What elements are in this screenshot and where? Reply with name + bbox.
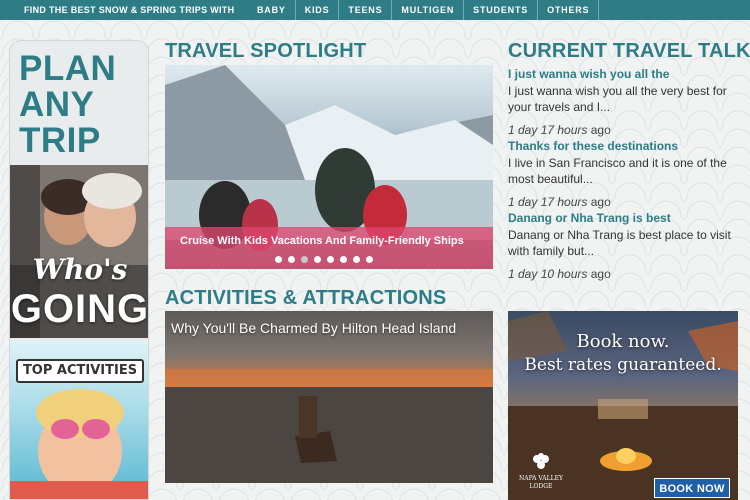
slide-dot-3[interactable]: [301, 256, 308, 263]
talk-post-title[interactable]: I just wanna wish you all the: [508, 66, 738, 82]
topbar-links: BABY KIDS TEENS MULTIGEN STUDENTS OTHERS: [248, 0, 600, 20]
nav-link-kids[interactable]: KIDS: [294, 0, 339, 20]
talk-time-value: 1 day 17 hours: [508, 123, 588, 137]
top-activities-tile[interactable]: TOP ACTIVITIES: [10, 341, 148, 499]
plan-line-2: ANY: [19, 85, 95, 124]
plan-line-1: PLAN: [19, 49, 117, 88]
list-item: Danang or Nha Trang is best Danang or Nh…: [508, 210, 738, 282]
talk-post-excerpt: I live in San Francisco and it is one of…: [508, 156, 727, 186]
talk-post-time: 1 day 10 hours ago: [508, 267, 738, 281]
talk-post-title[interactable]: Danang or Nha Trang is best: [508, 210, 738, 226]
talk-post-time: 1 day 17 hours ago: [508, 195, 738, 209]
slide-dot-6[interactable]: [340, 256, 347, 263]
slide-dot-2[interactable]: [288, 256, 295, 263]
talk-time-suffix: ago: [590, 267, 611, 281]
talk-time-suffix: ago: [590, 123, 611, 137]
activities-caption: Why You'll Be Charmed By Hilton Head Isl…: [171, 320, 457, 336]
talk-time-value: 1 day 17 hours: [508, 195, 588, 209]
slide-dot-4[interactable]: [314, 256, 321, 263]
napa-valley-lodge-logo: NAPA VALLEY LODGE: [514, 451, 568, 491]
plan-any-trip-panel: PLAN ANY TRIP Who's GOING TOP ACTIVITIES: [9, 40, 149, 500]
nav-link-baby[interactable]: BABY: [248, 0, 295, 20]
plan-any-trip-heading: PLAN ANY TRIP: [10, 41, 148, 165]
plan-line-3: TRIP: [19, 121, 101, 160]
going-label: GOING: [10, 287, 149, 331]
ad-headline-2: Best rates guaranteed.: [524, 355, 722, 375]
whos-going-tile[interactable]: Who's GOING: [10, 165, 149, 338]
travel-spotlight-slide[interactable]: Cruise With Kids Vacations And Family-Fr…: [165, 65, 493, 269]
slide-dots: [275, 256, 373, 263]
talk-post-excerpt: I just wanna wish you all the very best …: [508, 84, 727, 114]
topbar-title: FIND THE BEST SNOW & SPRING TRIPS WITH: [24, 5, 235, 15]
nav-link-multigen[interactable]: MULTIGEN: [391, 0, 463, 20]
slide-dot-8[interactable]: [366, 256, 373, 263]
napa-valley-lodge-ad[interactable]: Book now. Best rates guaranteed. NAPA VA…: [508, 311, 738, 500]
talk-time-suffix: ago: [590, 195, 611, 209]
slide-dot-5[interactable]: [327, 256, 334, 263]
slide-dot-7[interactable]: [353, 256, 360, 263]
logo-line-1: NAPA VALLEY: [519, 475, 563, 482]
talk-time-value: 1 day 10 hours: [508, 267, 588, 281]
nav-link-students[interactable]: STUDENTS: [463, 0, 537, 20]
talk-post-time: 1 day 17 hours ago: [508, 123, 738, 137]
travel-talk-list: I just wanna wish you all the I just wan…: [508, 66, 738, 282]
travel-spotlight-heading: TRAVEL SPOTLIGHT: [165, 40, 367, 62]
book-now-button[interactable]: BOOK NOW: [654, 478, 730, 498]
activities-attractions-heading: ACTIVITIES & ATTRACTIONS: [165, 287, 447, 309]
current-travel-talk-heading: CURRENT TRAVEL TALK: [508, 40, 750, 62]
activities-feature-card[interactable]: Why You'll Be Charmed By Hilton Head Isl…: [165, 311, 493, 483]
top-activities-label: TOP ACTIVITIES: [16, 359, 144, 383]
top-navigation-bar: FIND THE BEST SNOW & SPRING TRIPS WITH B…: [0, 0, 750, 20]
talk-post-title[interactable]: Thanks for these destinations: [508, 138, 738, 154]
list-item: Thanks for these destinations I live in …: [508, 138, 738, 210]
nav-link-teens[interactable]: TEENS: [338, 0, 391, 20]
nav-link-others[interactable]: OTHERS: [537, 0, 600, 20]
slide-dot-1[interactable]: [275, 256, 282, 263]
ad-headline-1: Book now.: [576, 331, 670, 352]
list-item: I just wanna wish you all the I just wan…: [508, 66, 738, 138]
grape-leaf-icon: [533, 453, 549, 469]
logo-line-2: LODGE: [529, 483, 553, 490]
talk-post-excerpt: Danang or Nha Trang is best place to vis…: [508, 228, 731, 258]
whos-label: Who's: [32, 253, 128, 286]
